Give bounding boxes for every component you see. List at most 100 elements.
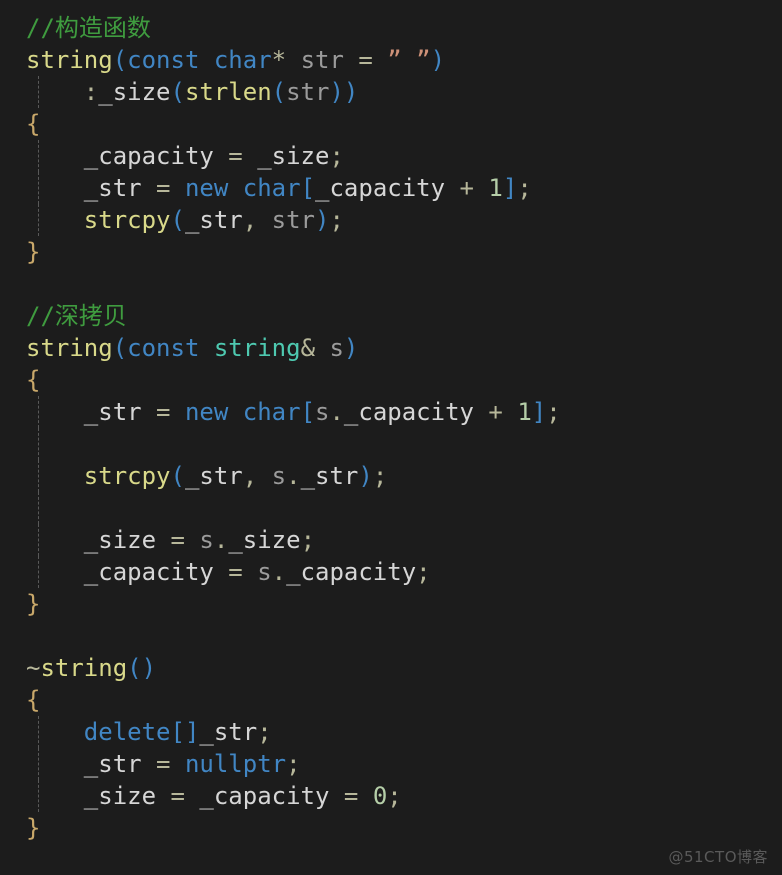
code-token: ( bbox=[127, 654, 142, 682]
code-line[interactable]: strcpy(_str, str); bbox=[0, 204, 782, 236]
code-line[interactable]: _str = new char[_capacity + 1]; bbox=[0, 172, 782, 204]
code-token: ; bbox=[546, 398, 561, 426]
code-token: char bbox=[242, 174, 301, 202]
code-token: + bbox=[459, 174, 474, 202]
code-token: 0 bbox=[372, 782, 388, 810]
code-token: _str bbox=[83, 750, 142, 778]
code-token: ( bbox=[170, 206, 185, 234]
code-token: nullptr bbox=[184, 750, 287, 778]
code-token: s bbox=[199, 526, 214, 554]
code-line[interactable] bbox=[0, 620, 782, 652]
code-token: = bbox=[170, 782, 185, 810]
code-line[interactable]: //构造函数 bbox=[0, 12, 782, 44]
code-line[interactable]: { bbox=[0, 108, 782, 140]
code-token: = bbox=[343, 782, 359, 810]
code-token: const bbox=[127, 334, 200, 362]
code-token: //深拷贝 bbox=[26, 302, 127, 330]
code-line[interactable]: ~string() bbox=[0, 652, 782, 684]
code-token: _str bbox=[184, 462, 243, 490]
code-token: [ bbox=[300, 174, 316, 202]
code-token: { bbox=[26, 366, 41, 394]
code-line[interactable] bbox=[0, 428, 782, 460]
code-line[interactable]: } bbox=[0, 812, 782, 844]
code-token: _str bbox=[300, 462, 359, 490]
code-line[interactable]: _str = new char[s._capacity + 1]; bbox=[0, 396, 782, 428]
code-token: ; bbox=[416, 558, 431, 586]
code-token: ( bbox=[170, 78, 185, 106]
code-token: ; bbox=[257, 718, 272, 746]
code-line[interactable] bbox=[0, 492, 782, 524]
code-token: _capacity bbox=[83, 142, 214, 170]
code-token: delete bbox=[83, 718, 171, 746]
code-content[interactable]: //构造函数 string(const char* str = ” ”) :_si… bbox=[0, 12, 782, 844]
code-token: { bbox=[26, 110, 41, 138]
code-line[interactable] bbox=[0, 268, 782, 300]
code-line[interactable]: _size = _capacity = 0; bbox=[0, 780, 782, 812]
code-token: strlen bbox=[184, 78, 272, 106]
code-token: [ bbox=[170, 718, 185, 746]
code-line[interactable]: _size = s._size; bbox=[0, 524, 782, 556]
code-token: ; bbox=[300, 526, 316, 554]
code-token: ; bbox=[286, 750, 301, 778]
code-line[interactable]: //深拷贝 bbox=[0, 300, 782, 332]
code-token: strcpy bbox=[83, 206, 171, 234]
code-token: 1 bbox=[517, 398, 532, 426]
code-token: str bbox=[271, 206, 316, 234]
code-token: _capacity bbox=[83, 558, 214, 586]
code-token: ) bbox=[329, 78, 344, 106]
code-token: //构造函数 bbox=[26, 14, 151, 42]
code-line[interactable]: _capacity = _size; bbox=[0, 140, 782, 172]
code-token: _capacity bbox=[199, 782, 330, 810]
code-line[interactable]: strcpy(_str, s._str); bbox=[0, 460, 782, 492]
code-line[interactable]: _capacity = s._capacity; bbox=[0, 556, 782, 588]
code-token: _size bbox=[83, 782, 157, 810]
code-token: ) bbox=[343, 334, 359, 362]
code-token: ) bbox=[315, 206, 330, 234]
code-line[interactable]: string(const char* str = ” ”) bbox=[0, 44, 782, 76]
code-token: ] bbox=[184, 718, 200, 746]
code-token: _str bbox=[184, 206, 243, 234]
code-token: * bbox=[271, 46, 287, 74]
code-line[interactable]: } bbox=[0, 236, 782, 268]
code-line[interactable]: { bbox=[0, 684, 782, 716]
code-token: ( bbox=[170, 462, 185, 490]
code-line[interactable]: _str = nullptr; bbox=[0, 748, 782, 780]
code-token: . bbox=[286, 462, 301, 490]
code-token: _size bbox=[83, 526, 157, 554]
code-line[interactable]: { bbox=[0, 364, 782, 396]
code-token: + bbox=[488, 398, 503, 426]
code-token: new bbox=[184, 174, 229, 202]
code-token: = bbox=[170, 526, 185, 554]
code-line[interactable]: } bbox=[0, 588, 782, 620]
code-token: s bbox=[257, 558, 272, 586]
code-token: string bbox=[26, 334, 113, 362]
code-token: s bbox=[329, 334, 344, 362]
code-line[interactable]: delete[]_str; bbox=[0, 716, 782, 748]
code-token: ~ bbox=[26, 654, 41, 682]
code-editor[interactable]: //构造函数 string(const char* str = ” ”) :_si… bbox=[0, 0, 782, 875]
code-line[interactable]: :_size(strlen(str)) bbox=[0, 76, 782, 108]
code-line[interactable]: string(const string& s) bbox=[0, 332, 782, 364]
code-token: } bbox=[26, 814, 41, 842]
code-token: = bbox=[156, 398, 171, 426]
code-token: _size bbox=[257, 142, 330, 170]
code-token: const bbox=[127, 46, 200, 74]
